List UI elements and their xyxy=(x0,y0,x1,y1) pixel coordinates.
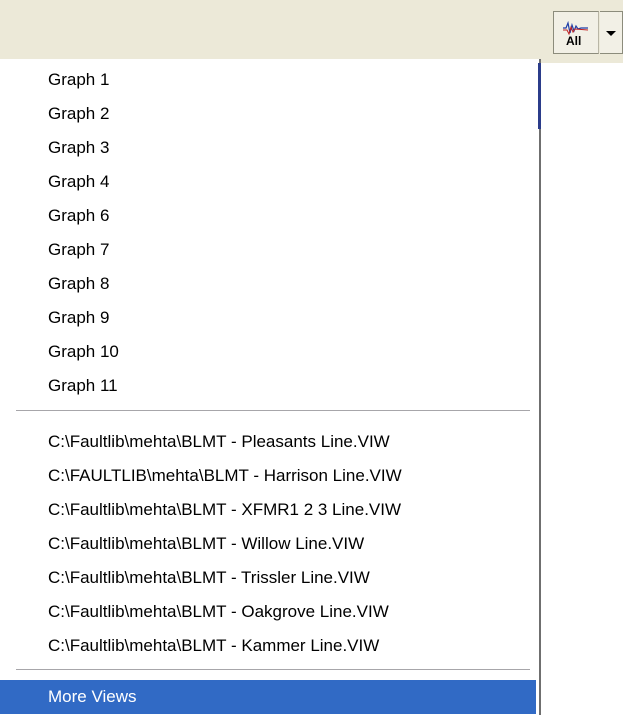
menu-item-graph-6[interactable]: Graph 6 xyxy=(0,199,536,233)
window-edge-highlight xyxy=(538,63,541,129)
menu-separator xyxy=(16,669,530,671)
menu-item-graph-2[interactable]: Graph 2 xyxy=(0,97,536,131)
menu-item-graph-9[interactable]: Graph 9 xyxy=(0,301,536,335)
waveform-all-icon: All xyxy=(563,20,589,46)
svg-text:All: All xyxy=(566,34,581,46)
menu-item-graph-10[interactable]: Graph 10 xyxy=(0,335,536,369)
menu-item-graph-4[interactable]: Graph 4 xyxy=(0,165,536,199)
menu-item-view-xfmr[interactable]: C:\Faultlib\mehta\BLMT - XFMR1 2 3 Line.… xyxy=(0,493,536,527)
menu-item-view-oakgrove[interactable]: C:\Faultlib\mehta\BLMT - Oakgrove Line.V… xyxy=(0,595,536,629)
menu-separator xyxy=(16,410,530,412)
views-dropdown-menu: Graph 1 Graph 2 Graph 3 Graph 4 Graph 6 … xyxy=(0,59,541,715)
menu-item-graph-7[interactable]: Graph 7 xyxy=(0,233,536,267)
menu-item-graph-3[interactable]: Graph 3 xyxy=(0,131,536,165)
view-all-dropdown-arrow[interactable] xyxy=(600,11,623,54)
menu-item-graph-8[interactable]: Graph 8 xyxy=(0,267,536,301)
toolbar: All xyxy=(0,0,623,63)
menu-item-graph-11[interactable]: Graph 11 xyxy=(0,369,536,403)
view-all-button[interactable]: All xyxy=(553,11,599,54)
menu-item-graph-1[interactable]: Graph 1 xyxy=(0,63,536,97)
menu-item-view-pleasants[interactable]: C:\Faultlib\mehta\BLMT - Pleasants Line.… xyxy=(0,425,536,459)
menu-item-more-views[interactable]: More Views xyxy=(0,680,536,714)
menu-item-view-kammer[interactable]: C:\Faultlib\mehta\BLMT - Kammer Line.VIW xyxy=(0,629,536,663)
menu-item-view-willow[interactable]: C:\Faultlib\mehta\BLMT - Willow Line.VIW xyxy=(0,527,536,561)
menu-item-view-harrison[interactable]: C:\FAULTLIB\mehta\BLMT - Harrison Line.V… xyxy=(0,459,536,493)
menu-item-view-trissler[interactable]: C:\Faultlib\mehta\BLMT - Trissler Line.V… xyxy=(0,561,536,595)
